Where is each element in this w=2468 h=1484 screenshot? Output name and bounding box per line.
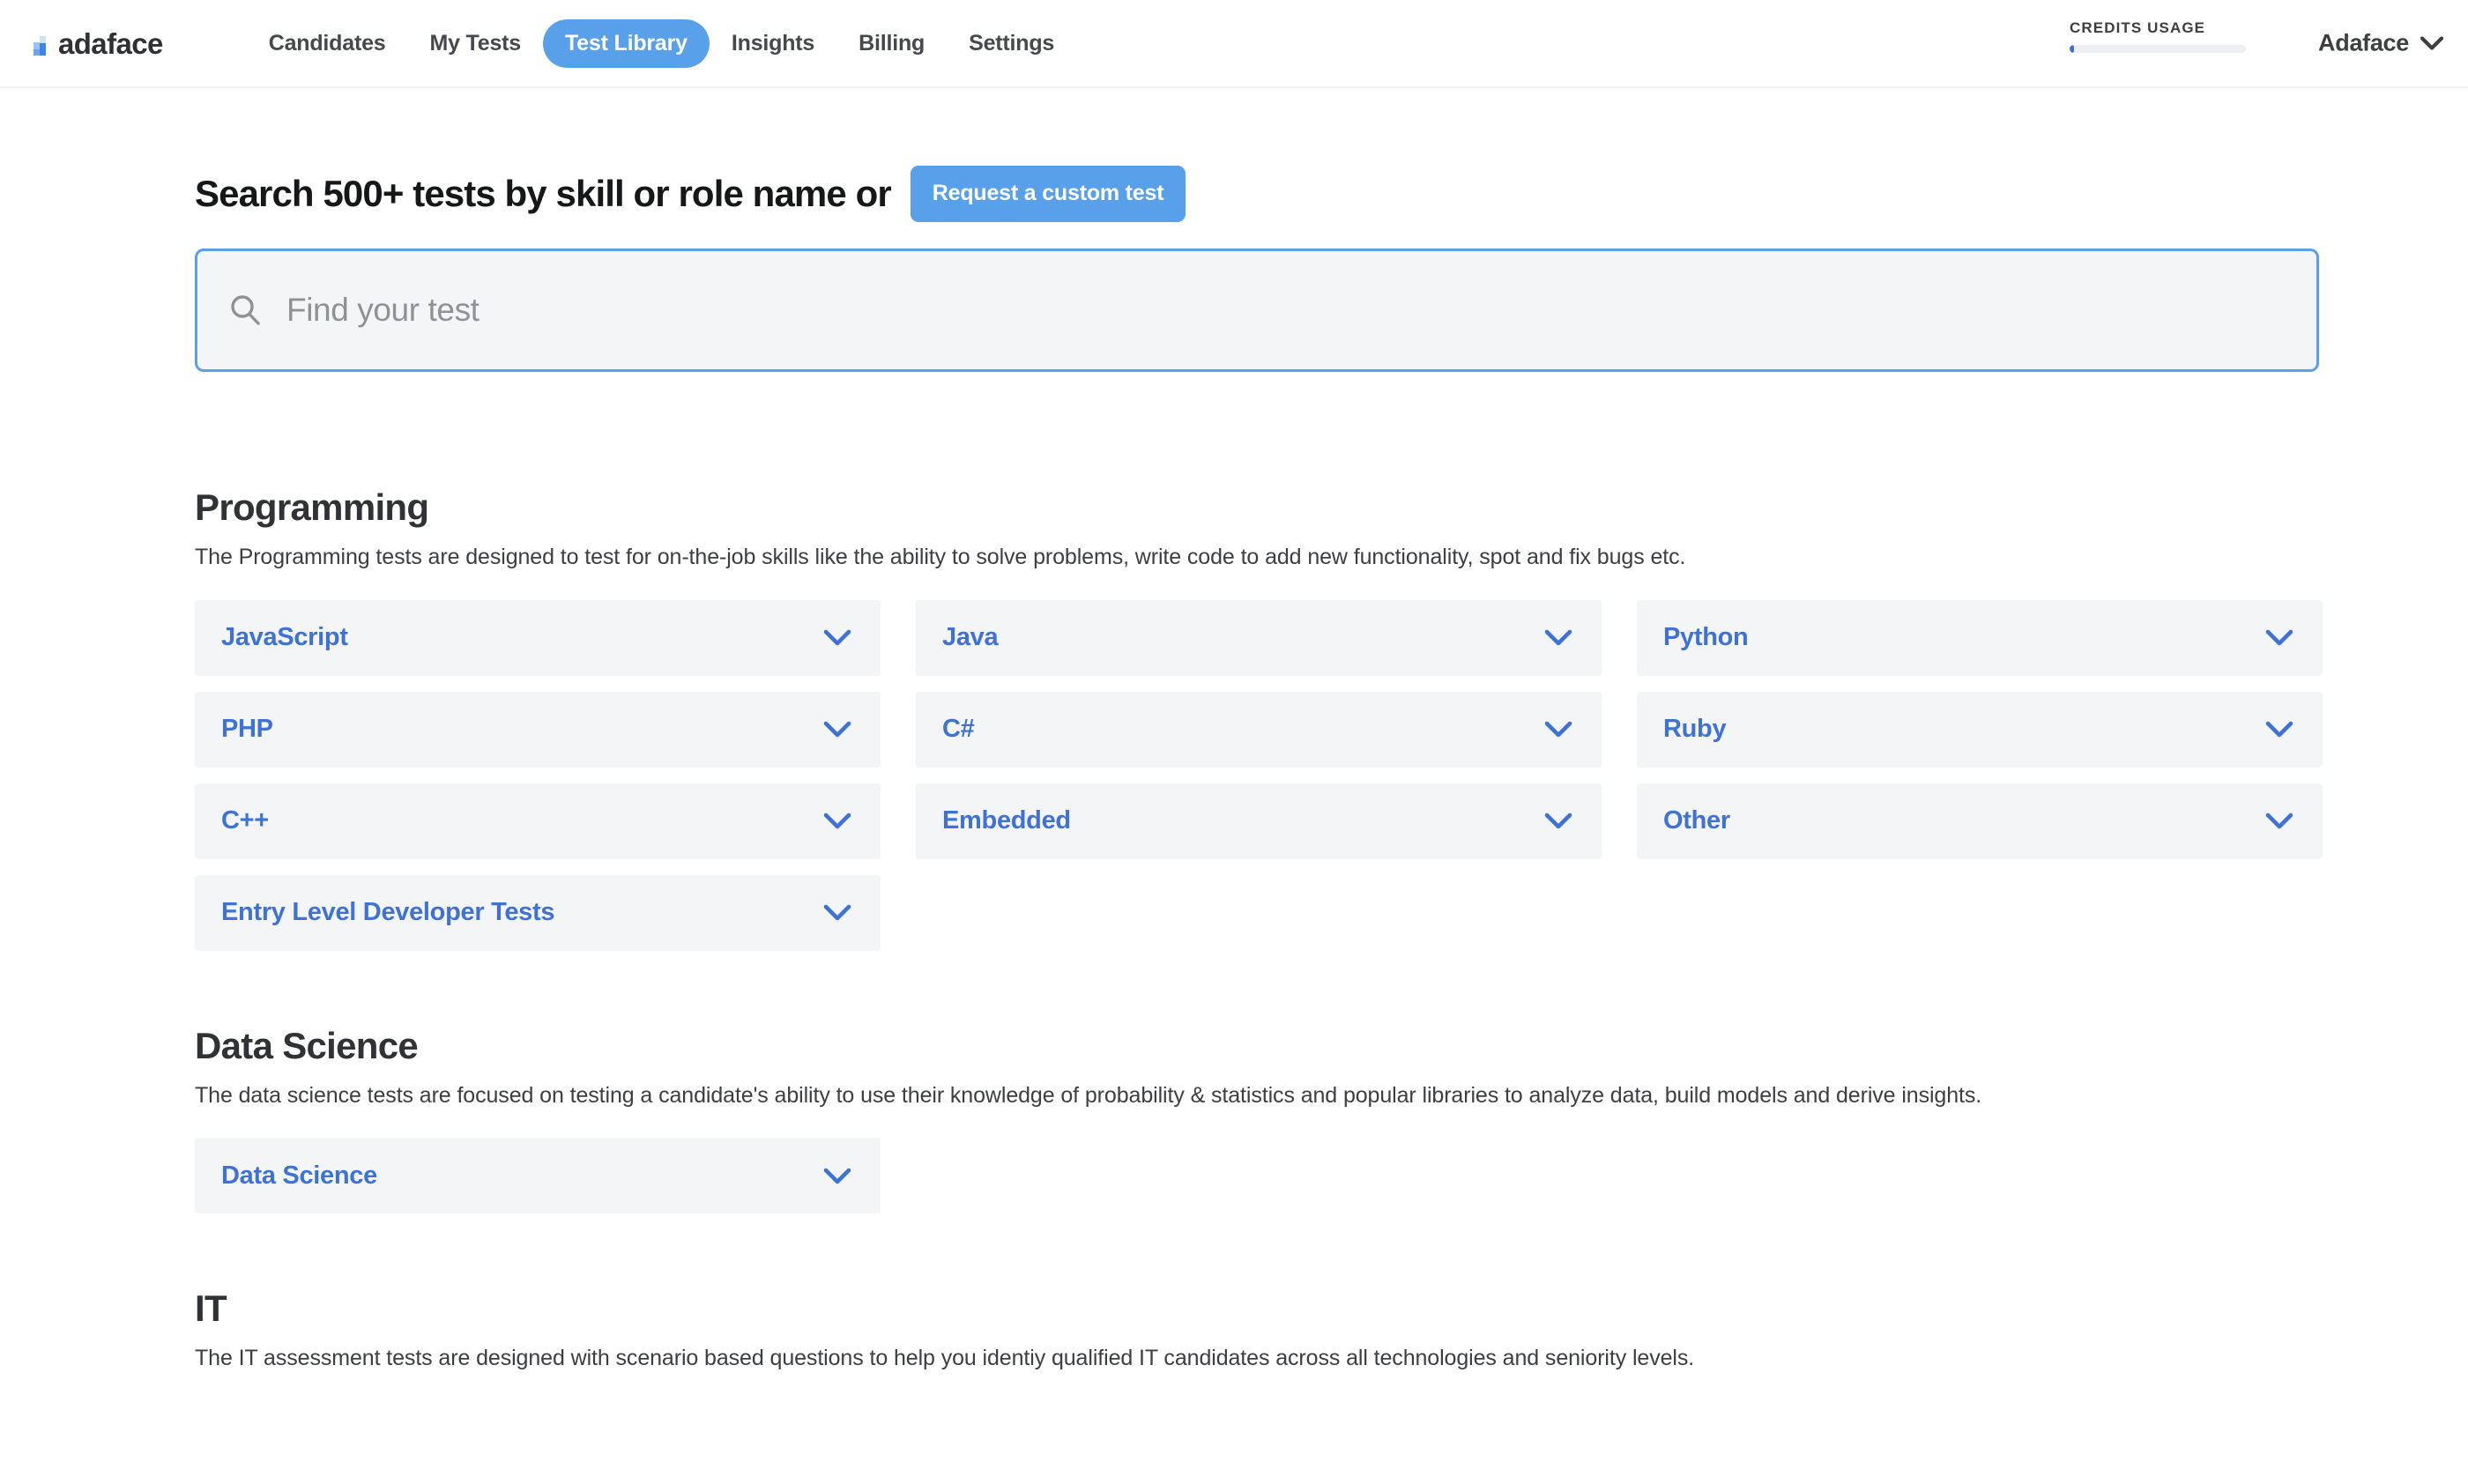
accordion-label: Java	[942, 623, 999, 652]
accordion-item-python[interactable]: Python	[1637, 599, 2323, 676]
accordion-label: Data Science	[221, 1161, 377, 1190]
chevron-down-icon	[1544, 721, 1572, 738]
account-menu[interactable]: Adaface	[2318, 30, 2443, 57]
nav-item-settings[interactable]: Settings	[947, 19, 1076, 68]
accordion-label: JavaScript	[221, 623, 348, 652]
accordion-label: Entry Level Developer Tests	[221, 898, 555, 927]
chevron-down-icon	[823, 904, 851, 921]
accordion-label: Other	[1663, 806, 1730, 835]
accordion-label: Ruby	[1663, 715, 1727, 744]
accordion-item-ruby[interactable]: Ruby	[1637, 691, 2323, 768]
nav-item-test-library[interactable]: Test Library	[543, 19, 710, 68]
accordion-label: C#	[942, 715, 975, 744]
section-title-it: IT	[195, 1287, 227, 1330]
section-description-programming: The Programming tests are designed to te…	[195, 545, 1686, 570]
brand-logo-link[interactable]: adaface	[33, 29, 163, 58]
accordion-label: C++	[221, 806, 269, 835]
nav-item-billing[interactable]: Billing	[836, 19, 947, 68]
search-heading-row: Search 500+ tests by skill or role name …	[195, 166, 2319, 222]
credits-usage-label: CREDITS USAGE	[2070, 19, 2206, 36]
page-title: Search 500+ tests by skill or role name …	[195, 173, 892, 214]
accordion-item-php[interactable]: PHP	[195, 691, 881, 768]
credits-usage-progress-fill	[2070, 45, 2075, 53]
chevron-down-icon	[823, 812, 851, 829]
accordion-item-csharp[interactable]: C#	[916, 691, 1602, 768]
accordion-label: Python	[1663, 623, 1749, 652]
adaface-bars-logo-icon	[33, 31, 53, 56]
chevron-down-icon	[2265, 721, 2293, 738]
content-container: Search 500+ tests by skill or role name …	[195, 166, 2323, 1375]
accordion-item-java[interactable]: Java	[916, 599, 1602, 676]
brand-name: adaface	[58, 26, 163, 60]
section-data-science: Data Science The data science tests are …	[195, 1024, 2319, 1214]
account-name: Adaface	[2318, 29, 2409, 56]
search-box[interactable]	[195, 249, 2319, 372]
accordion-label: Embedded	[942, 806, 1071, 835]
chevron-down-icon	[823, 1168, 851, 1184]
chevron-down-icon	[2420, 36, 2443, 50]
section-programming: Programming The Programming tests are de…	[195, 486, 2323, 951]
section-title-programming: Programming	[195, 486, 429, 528]
accordion-item-entry-level-developer-tests[interactable]: Entry Level Developer Tests	[195, 874, 881, 951]
chevron-down-icon	[823, 721, 851, 738]
accordion-item-embedded[interactable]: Embedded	[916, 783, 1602, 859]
top-navigation-bar: adaface Candidates My Tests Test Library…	[0, 0, 2468, 88]
credits-usage[interactable]: CREDITS USAGE	[2070, 19, 2246, 53]
accordion-item-cpp[interactable]: C++	[195, 783, 881, 859]
chevron-down-icon	[2265, 629, 2293, 646]
nav-item-candidates[interactable]: Candidates	[247, 19, 408, 68]
accordion-item-other[interactable]: Other	[1637, 783, 2323, 859]
page-body: Search 500+ tests by skill or role name …	[0, 166, 2468, 1375]
search-input[interactable]	[286, 292, 2286, 329]
accordion-grid-data-science: Data Science	[195, 1138, 2319, 1214]
section-description-it: The IT assessment tests are designed wit…	[195, 1346, 1695, 1371]
accordion-item-data-science[interactable]: Data Science	[195, 1138, 881, 1214]
section-title-data-science: Data Science	[195, 1024, 419, 1066]
main-nav: Candidates My Tests Test Library Insight…	[247, 19, 1076, 68]
accordion-item-javascript[interactable]: JavaScript	[195, 599, 881, 676]
request-custom-test-button[interactable]: Request a custom test	[910, 166, 1186, 222]
accordion-grid-programming: JavaScript Java Python PHP C# Ruby C++ E…	[195, 599, 2323, 951]
chevron-down-icon	[1544, 812, 1572, 829]
chevron-down-icon	[823, 629, 851, 646]
nav-item-insights[interactable]: Insights	[710, 19, 836, 68]
section-description-data-science: The data science tests are focused on te…	[195, 1082, 1982, 1108]
accordion-label: PHP	[221, 715, 273, 744]
search-icon	[228, 293, 262, 327]
credits-usage-progress-track	[2070, 45, 2246, 53]
chevron-down-icon	[1544, 629, 1572, 646]
chevron-down-icon	[2265, 812, 2293, 829]
nav-item-my-tests[interactable]: My Tests	[407, 19, 543, 68]
section-it: IT The IT assessment tests are designed …	[195, 1289, 2319, 1375]
